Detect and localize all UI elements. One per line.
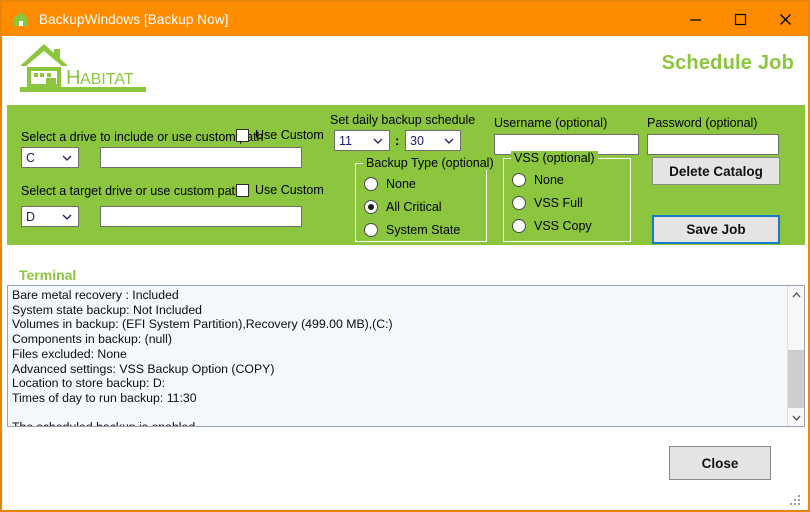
password-input[interactable] [647,134,779,155]
house-icon [12,10,30,28]
title-bar: BackupWindows [Backup Now] [2,2,808,36]
radio-indicator [364,223,378,237]
scrollbar-thumb[interactable] [788,350,804,408]
vss-option-label: VSS Copy [534,219,592,233]
backup-type-option-label: None [386,177,416,191]
chevron-down-icon [373,134,383,148]
checkbox-box [236,183,249,197]
window-title: BackupWindows [Backup Now] [39,11,229,27]
maximize-button[interactable] [718,2,763,36]
source-custom-path-input[interactable] [100,147,302,168]
source-drive-select[interactable]: C [21,147,79,168]
vss-option-vss-full[interactable]: VSS Full [512,196,583,210]
vss-option-label: None [534,173,564,187]
backup-type-option-label: All Critical [386,200,442,214]
schedule-label: Set daily backup schedule [330,113,476,127]
close-window-button[interactable] [763,2,808,36]
chevron-down-icon [62,210,72,224]
save-job-button[interactable]: Save Job [652,215,780,244]
schedule-hour-select[interactable]: 11 [334,130,390,151]
radio-indicator [512,173,526,187]
radio-indicator [364,177,378,191]
svg-text:ABITAT: ABITAT [80,71,134,88]
resize-grip-icon[interactable] [790,493,802,505]
radio-indicator [512,219,526,233]
backup-windows-window: BackupWindows [Backup Now] H ABITAT Sche… [0,0,810,512]
backup-type-option-label: System State [386,223,461,237]
vss-option-label: VSS Full [534,196,583,210]
target-drive-label: Select a target drive or use custom path [21,184,242,198]
page-title: Schedule Job [661,52,794,74]
chevron-down-icon [62,151,72,165]
vss-group: VSS (optional) None VSS Full VSS Copy [503,151,631,242]
target-use-custom-checkbox[interactable]: Use Custom [236,183,324,197]
schedule-minute-value: 30 [410,133,424,148]
backup-type-option-all-critical[interactable]: All Critical [364,200,442,214]
svg-text:H: H [66,67,80,89]
brand-header: H ABITAT Schedule Job [2,36,808,102]
close-button[interactable]: Close [669,446,771,480]
target-drive-select[interactable]: D [21,206,79,227]
delete-catalog-button[interactable]: Delete Catalog [652,157,780,185]
source-drive-label: Select a drive to include or use custom … [21,130,264,144]
terminal-output-box: Bare metal recovery : Included System st… [7,285,805,427]
radio-indicator [364,200,378,214]
vss-title: VSS (optional) [511,151,598,165]
checkbox-box [236,128,249,142]
schedule-separator: : [395,133,400,148]
scroll-up-icon[interactable] [788,286,804,303]
backup-type-title: Backup Type (optional) [363,156,497,170]
vss-option-vss-copy[interactable]: VSS Copy [512,219,592,233]
source-drive-value: C [26,150,36,165]
backup-type-group: Backup Type (optional) None All Critical… [355,156,497,242]
username-label: Username (optional) [494,116,608,130]
chevron-down-icon [444,134,454,148]
target-drive-value: D [26,209,36,224]
window-controls [673,2,808,36]
schedule-hour-value: 11 [339,133,352,148]
vss-option-none[interactable]: None [512,173,564,187]
habitat-logo: H ABITAT [16,40,148,96]
target-use-custom-label: Use Custom [255,183,324,197]
minimize-button[interactable] [673,2,718,36]
backup-type-option-system-state[interactable]: System State [364,223,460,237]
password-label: Password (optional) [647,116,758,130]
scroll-down-icon[interactable] [788,409,804,426]
source-use-custom-label: Use Custom [255,128,324,142]
terminal-output-text: Bare metal recovery : Included System st… [12,288,393,426]
schedule-minute-select[interactable]: 30 [405,130,461,151]
source-use-custom-checkbox[interactable]: Use Custom [236,128,324,142]
terminal-label: Terminal [19,267,77,283]
terminal-scrollbar[interactable] [787,286,804,426]
backup-type-option-none[interactable]: None [364,177,416,191]
settings-panel: Select a drive to include or use custom … [7,105,805,245]
radio-indicator [512,196,526,210]
target-custom-path-input[interactable] [100,206,302,227]
